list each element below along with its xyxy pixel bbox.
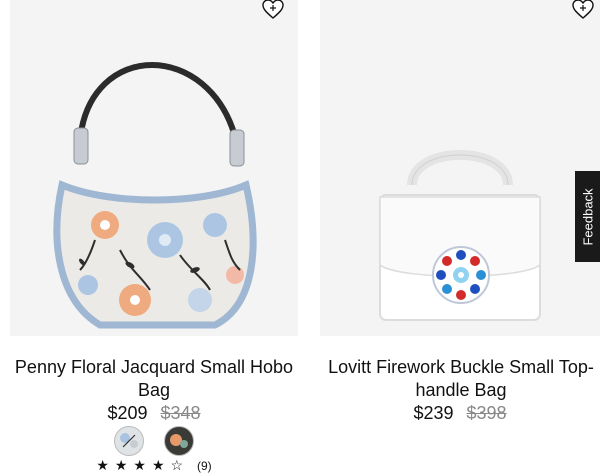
wishlist-heart-icon[interactable]: [260, 0, 286, 22]
rating: ★★★★☆ (9): [10, 457, 298, 474]
original-price: $398: [466, 403, 507, 423]
wishlist-heart-icon[interactable]: [570, 0, 596, 22]
feedback-label: Feedback: [580, 187, 595, 246]
product-image[interactable]: [10, 0, 298, 336]
star-rating-icon: ★★★★☆: [96, 457, 190, 473]
product-title[interactable]: Penny Floral Jacquard Small Hobo Bag: [10, 356, 298, 402]
swatch-light-floral[interactable]: [113, 426, 144, 456]
product-image[interactable]: [320, 0, 600, 336]
feedback-tab[interactable]: Feedback: [575, 171, 600, 262]
color-swatches: [10, 426, 298, 458]
swatch-dark-floral[interactable]: [164, 426, 195, 456]
review-count[interactable]: (9): [197, 459, 212, 473]
sale-price: $209: [107, 403, 148, 423]
price: $239 $398: [320, 401, 600, 425]
sale-price: $239: [413, 403, 454, 423]
original-price: $348: [160, 403, 201, 423]
top-handle-bag-white-image: [379, 150, 541, 321]
price: $209 $348: [10, 401, 298, 425]
hobo-bag-floral-image: [53, 62, 257, 329]
product-title[interactable]: Lovitt Firework Buckle Small Top-handle …: [316, 356, 600, 402]
